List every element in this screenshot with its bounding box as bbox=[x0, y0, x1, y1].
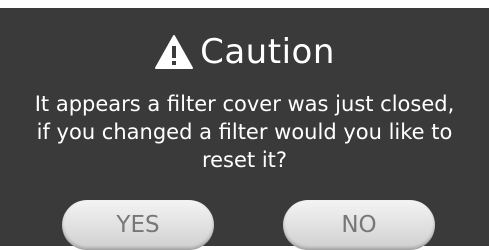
warning-triangle-icon bbox=[155, 35, 194, 69]
message-line: if you changed a filter would you like t… bbox=[36, 120, 453, 144]
dialog-title: Caution bbox=[200, 32, 335, 72]
yes-button[interactable]: YES bbox=[62, 200, 214, 250]
caution-dialog: Caution It appears a filter cover was ju… bbox=[0, 0, 489, 250]
dialog-header: Caution bbox=[0, 30, 489, 74]
dialog-message: It appears a filter cover was just close… bbox=[10, 90, 479, 174]
no-button[interactable]: NO bbox=[283, 200, 435, 250]
message-line: It appears a filter cover was just close… bbox=[34, 92, 455, 116]
message-line: reset it? bbox=[201, 148, 288, 172]
